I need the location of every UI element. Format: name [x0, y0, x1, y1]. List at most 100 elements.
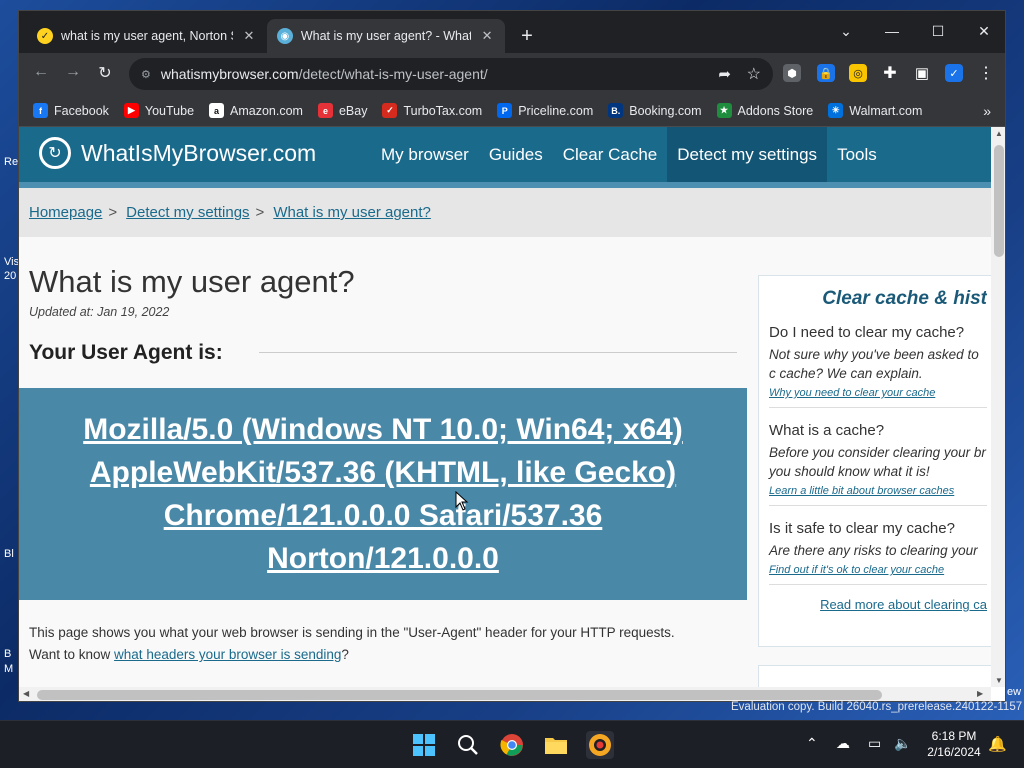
search-icon[interactable]: [454, 731, 482, 759]
sidebar-read-more-link[interactable]: Read more about clearing ca: [769, 597, 987, 612]
tab-strip: ✓ what is my user agent, Norton S ✕ ◉ Wh…: [19, 11, 1005, 53]
side-panel-icon[interactable]: ▣: [913, 64, 931, 82]
bookmark-label: YouTube: [144, 103, 195, 118]
extensions-puzzle-icon[interactable]: ✚: [881, 64, 899, 82]
close-tab-icon[interactable]: ✕: [241, 28, 257, 44]
tab-title: what is my user agent, Norton S: [61, 29, 233, 43]
bookmark-item[interactable]: ✓ TurboTax.com: [382, 103, 482, 118]
tab-norton-search[interactable]: ✓ what is my user agent, Norton S ✕: [27, 19, 267, 53]
scroll-right-icon[interactable]: ▶: [977, 689, 983, 698]
intro-text: This page shows you what your web browse…: [29, 625, 675, 640]
tray-chevron-icon[interactable]: ⌃: [806, 735, 818, 752]
site-info-icon[interactable]: ⚙: [141, 68, 151, 81]
sidebar-item: Do I need to clear my cache? Not sure wh…: [769, 324, 987, 408]
sidebar-next-card: [758, 665, 991, 687]
vertical-scroll-thumb[interactable]: [994, 145, 1004, 257]
booking-icon: B.: [608, 103, 624, 118]
addons-store-icon: ★: [716, 103, 732, 118]
nav-item[interactable]: Tools: [827, 127, 887, 182]
desktop-label[interactable]: Vis: [4, 256, 18, 268]
forward-icon[interactable]: →: [61, 63, 85, 81]
desktop-label[interactable]: M: [4, 663, 13, 675]
notification-bell-icon[interactable]: 🔔: [988, 735, 1007, 753]
bookmark-item[interactable]: a Amazon.com: [209, 103, 303, 118]
sidebar-item: Is it safe to clear my cache? Are there …: [769, 520, 987, 585]
maximize-icon[interactable]: ☐: [915, 17, 961, 45]
extension-shield-check-icon[interactable]: ✓: [945, 64, 963, 82]
browser-window: ✓ what is my user agent, Norton S ✕ ◉ Wh…: [18, 10, 1006, 702]
heading-divider: [259, 352, 737, 353]
bookmark-label: Amazon.com: [230, 103, 303, 118]
desktop-label[interactable]: Re: [4, 156, 18, 168]
nav-item[interactable]: My browser: [371, 127, 479, 182]
tab-search-icon[interactable]: ⌄: [823, 17, 869, 45]
url-host: whatismybrowser.com: [160, 66, 299, 82]
nav-item[interactable]: Clear Cache: [553, 127, 668, 182]
volume-muted-icon[interactable]: 🔈: [894, 735, 911, 752]
close-window-icon[interactable]: ✕: [961, 17, 1005, 45]
walmart-icon: ✳: [828, 103, 844, 118]
breadcrumb-separator: >: [108, 204, 118, 221]
headers-link[interactable]: what headers your browser is sending: [114, 647, 341, 662]
bookmarks-bar: f Facebook ▶ YouTube a Amazon.com e eBay ✓ TurboT…: [19, 95, 1005, 127]
bookmark-star-icon[interactable]: ☆: [747, 64, 761, 84]
bookmark-item[interactable]: ▶ YouTube: [123, 103, 195, 118]
url-path: /detect/what-is-my-user-agent/: [298, 66, 488, 82]
bookmarks-overflow-icon[interactable]: »: [983, 103, 991, 119]
bookmark-item[interactable]: ★ Addons Store: [716, 103, 813, 118]
vertical-scrollbar[interactable]: ▲ ▼: [991, 127, 1005, 687]
extension-lock-icon[interactable]: 🔒: [817, 64, 835, 82]
bookmark-item[interactable]: f Facebook: [33, 103, 109, 118]
user-agent-box: Mozilla/5.0 (Windows NT 10.0; Win64; x64…: [19, 388, 747, 600]
ua-line-4: Norton/121.0.0.0: [267, 542, 499, 575]
desktop-label[interactable]: 20: [4, 270, 16, 282]
extension-shield-icon[interactable]: ⬢: [783, 64, 801, 82]
user-agent-link[interactable]: Mozilla/5.0 (Windows NT 10.0; Win64; x64…: [83, 413, 683, 575]
tab-user-agent[interactable]: ◉ What is my user agent? - WhatIs ✕: [267, 19, 505, 53]
chrome-icon[interactable]: [498, 731, 526, 759]
bookmark-item[interactable]: ✳ Walmart.com: [828, 103, 922, 118]
start-windows-icon[interactable]: [410, 731, 438, 759]
scroll-up-icon[interactable]: ▲: [991, 129, 1005, 138]
share-icon[interactable]: ➦: [718, 65, 731, 83]
cloud-icon[interactable]: ☁: [836, 735, 850, 752]
bookmark-item[interactable]: B. Booking.com: [608, 103, 702, 118]
norton-browser-icon[interactable]: [586, 731, 614, 759]
back-icon[interactable]: ←: [29, 63, 53, 81]
bookmark-item[interactable]: P Priceline.com: [497, 103, 593, 118]
desktop-label[interactable]: B: [4, 648, 11, 660]
reload-icon[interactable]: ↻: [93, 63, 117, 83]
bookmark-item[interactable]: e eBay: [317, 103, 367, 118]
breadcrumb-current[interactable]: What is my user agent?: [273, 204, 431, 221]
menu-kebab-icon[interactable]: ⋮: [977, 64, 995, 82]
taskbar-clock[interactable]: 6:18 PM 2/16/2024: [918, 728, 990, 760]
horizontal-scrollbar[interactable]: ◀ ▶: [19, 687, 991, 701]
extension-norton-icon[interactable]: ◎: [849, 64, 867, 82]
site-logo[interactable]: ↻ WhatIsMyBrowser.com: [39, 137, 316, 169]
new-tab-icon[interactable]: +: [515, 25, 539, 48]
desktop-label[interactable]: Bl: [4, 548, 14, 560]
breadcrumb-home[interactable]: Homepage: [29, 204, 102, 221]
sidebar-link[interactable]: Learn a little bit about browser caches: [769, 485, 987, 497]
sidebar-link[interactable]: Find out if it's ok to clear your cache: [769, 564, 987, 576]
breadcrumb-detect[interactable]: Detect my settings: [126, 204, 249, 221]
address-bar[interactable]: ⚙ whatismybrowser.com/detect/what-is-my-…: [129, 58, 773, 90]
priceline-icon: P: [497, 103, 513, 118]
taskbar: ⌃ ☁ ▭ 🔈 6:18 PM 2/16/2024 🔔: [0, 720, 1024, 768]
sidebar-link[interactable]: Why you need to clear your cache: [769, 387, 987, 399]
scroll-down-icon[interactable]: ▼: [991, 676, 1005, 685]
scroll-left-icon[interactable]: ◀: [23, 689, 29, 698]
network-icon[interactable]: ▭: [868, 735, 881, 752]
sidebar-item: What is a cache? Before you consider cle…: [769, 422, 987, 506]
horizontal-scroll-thumb[interactable]: [37, 690, 882, 700]
minimize-icon[interactable]: —: [869, 17, 915, 45]
ua-heading: Your User Agent is:: [29, 341, 223, 364]
file-explorer-icon[interactable]: [542, 731, 570, 759]
bookmark-label: Priceline.com: [518, 103, 594, 118]
ebay-icon: e: [317, 103, 333, 118]
norton-icon: ✓: [37, 28, 53, 44]
close-tab-icon[interactable]: ✕: [479, 28, 495, 44]
amazon-icon: a: [209, 103, 225, 118]
nav-item[interactable]: Detect my settings: [667, 127, 828, 182]
nav-item[interactable]: Guides: [479, 127, 553, 182]
